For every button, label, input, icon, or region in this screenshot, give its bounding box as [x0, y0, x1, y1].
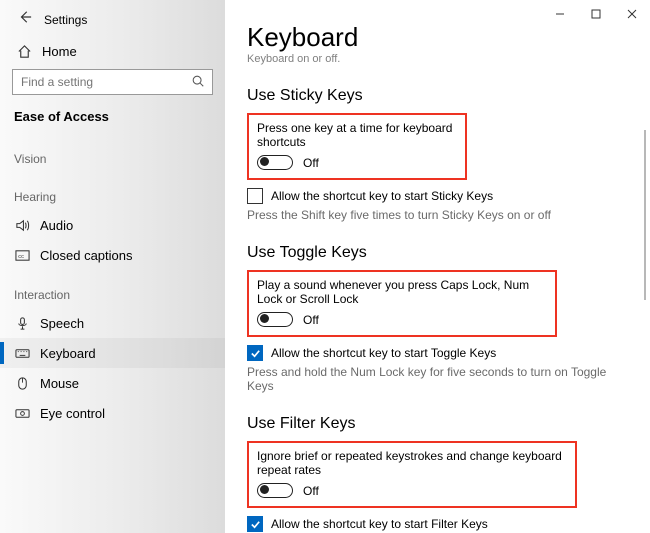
eye-control-icon — [14, 405, 30, 421]
sticky-keys-highlight: Press one key at a time for keyboard sho… — [247, 113, 467, 180]
scrollbar[interactable] — [644, 130, 646, 300]
nav-label: Keyboard — [40, 346, 96, 361]
nav-label: Closed captions — [40, 248, 133, 263]
nav-label: Speech — [40, 316, 84, 331]
home-label: Home — [42, 44, 77, 59]
filter-keys-label: Ignore brief or repeated keystrokes and … — [257, 449, 567, 477]
toggle-keys-highlight: Play a sound whenever you press Caps Loc… — [247, 270, 557, 337]
group-hearing: Hearing — [0, 172, 225, 210]
filter-keys-shortcut-label: Allow the shortcut key to start Filter K… — [271, 517, 488, 531]
sidebar-item-eye-control[interactable]: Eye control — [0, 398, 225, 428]
sidebar-item-mouse[interactable]: Mouse — [0, 368, 225, 398]
search-icon — [191, 74, 205, 93]
sidebar: Settings Home Ease of Access Vision Hear… — [0, 0, 225, 533]
toggle-keys-shortcut-checkbox[interactable] — [247, 345, 263, 361]
filter-keys-shortcut-checkbox[interactable] — [247, 516, 263, 532]
window-title: Settings — [44, 13, 87, 27]
sidebar-item-home[interactable]: Home — [0, 37, 225, 67]
sidebar-item-speech[interactable]: Speech — [0, 308, 225, 338]
sticky-keys-label: Press one key at a time for keyboard sho… — [257, 121, 457, 149]
home-icon — [16, 43, 32, 59]
filter-keys-toggle[interactable] — [257, 483, 293, 498]
filter-keys-highlight: Ignore brief or repeated keystrokes and … — [247, 441, 577, 508]
toggle-keys-label: Play a sound whenever you press Caps Loc… — [257, 278, 547, 306]
mouse-icon — [14, 375, 30, 391]
audio-icon — [14, 217, 30, 233]
nav-label: Audio — [40, 218, 73, 233]
back-arrow-icon[interactable] — [18, 10, 32, 29]
search-input[interactable] — [12, 69, 213, 95]
page-title: Keyboard — [247, 22, 640, 53]
filter-keys-heading: Use Filter Keys — [247, 415, 640, 433]
sticky-keys-shortcut-label: Allow the shortcut key to start Sticky K… — [271, 189, 493, 203]
toggle-keys-toggle-text: Off — [303, 313, 319, 327]
sticky-keys-heading: Use Sticky Keys — [247, 87, 640, 105]
toggle-keys-help: Press and hold the Num Lock key for five… — [247, 365, 607, 393]
toggle-keys-shortcut-label: Allow the shortcut key to start Toggle K… — [271, 346, 496, 360]
sticky-keys-toggle[interactable] — [257, 155, 293, 170]
group-interaction: Interaction — [0, 270, 225, 308]
sidebar-item-keyboard[interactable]: Keyboard — [0, 338, 225, 368]
content-pane: Keyboard Keyboard on or off. Use Sticky … — [225, 0, 650, 533]
sidebar-item-audio[interactable]: Audio — [0, 210, 225, 240]
sticky-keys-toggle-text: Off — [303, 156, 319, 170]
nav-label: Mouse — [40, 376, 79, 391]
sticky-keys-help: Press the Shift key five times to turn S… — [247, 208, 607, 222]
page-subtitle: Keyboard on or off. — [247, 53, 640, 65]
toggle-keys-heading: Use Toggle Keys — [247, 244, 640, 262]
nav-label: Eye control — [40, 406, 105, 421]
category-title: Ease of Access — [0, 105, 225, 134]
toggle-keys-toggle[interactable] — [257, 312, 293, 327]
filter-keys-toggle-text: Off — [303, 484, 319, 498]
sticky-keys-shortcut-checkbox[interactable] — [247, 188, 263, 204]
sidebar-item-closed-captions[interactable]: cc Closed captions — [0, 240, 225, 270]
speech-icon — [14, 315, 30, 331]
svg-text:cc: cc — [18, 253, 24, 259]
keyboard-icon — [14, 345, 30, 361]
closed-captions-icon: cc — [14, 247, 30, 263]
group-vision: Vision — [0, 134, 225, 172]
